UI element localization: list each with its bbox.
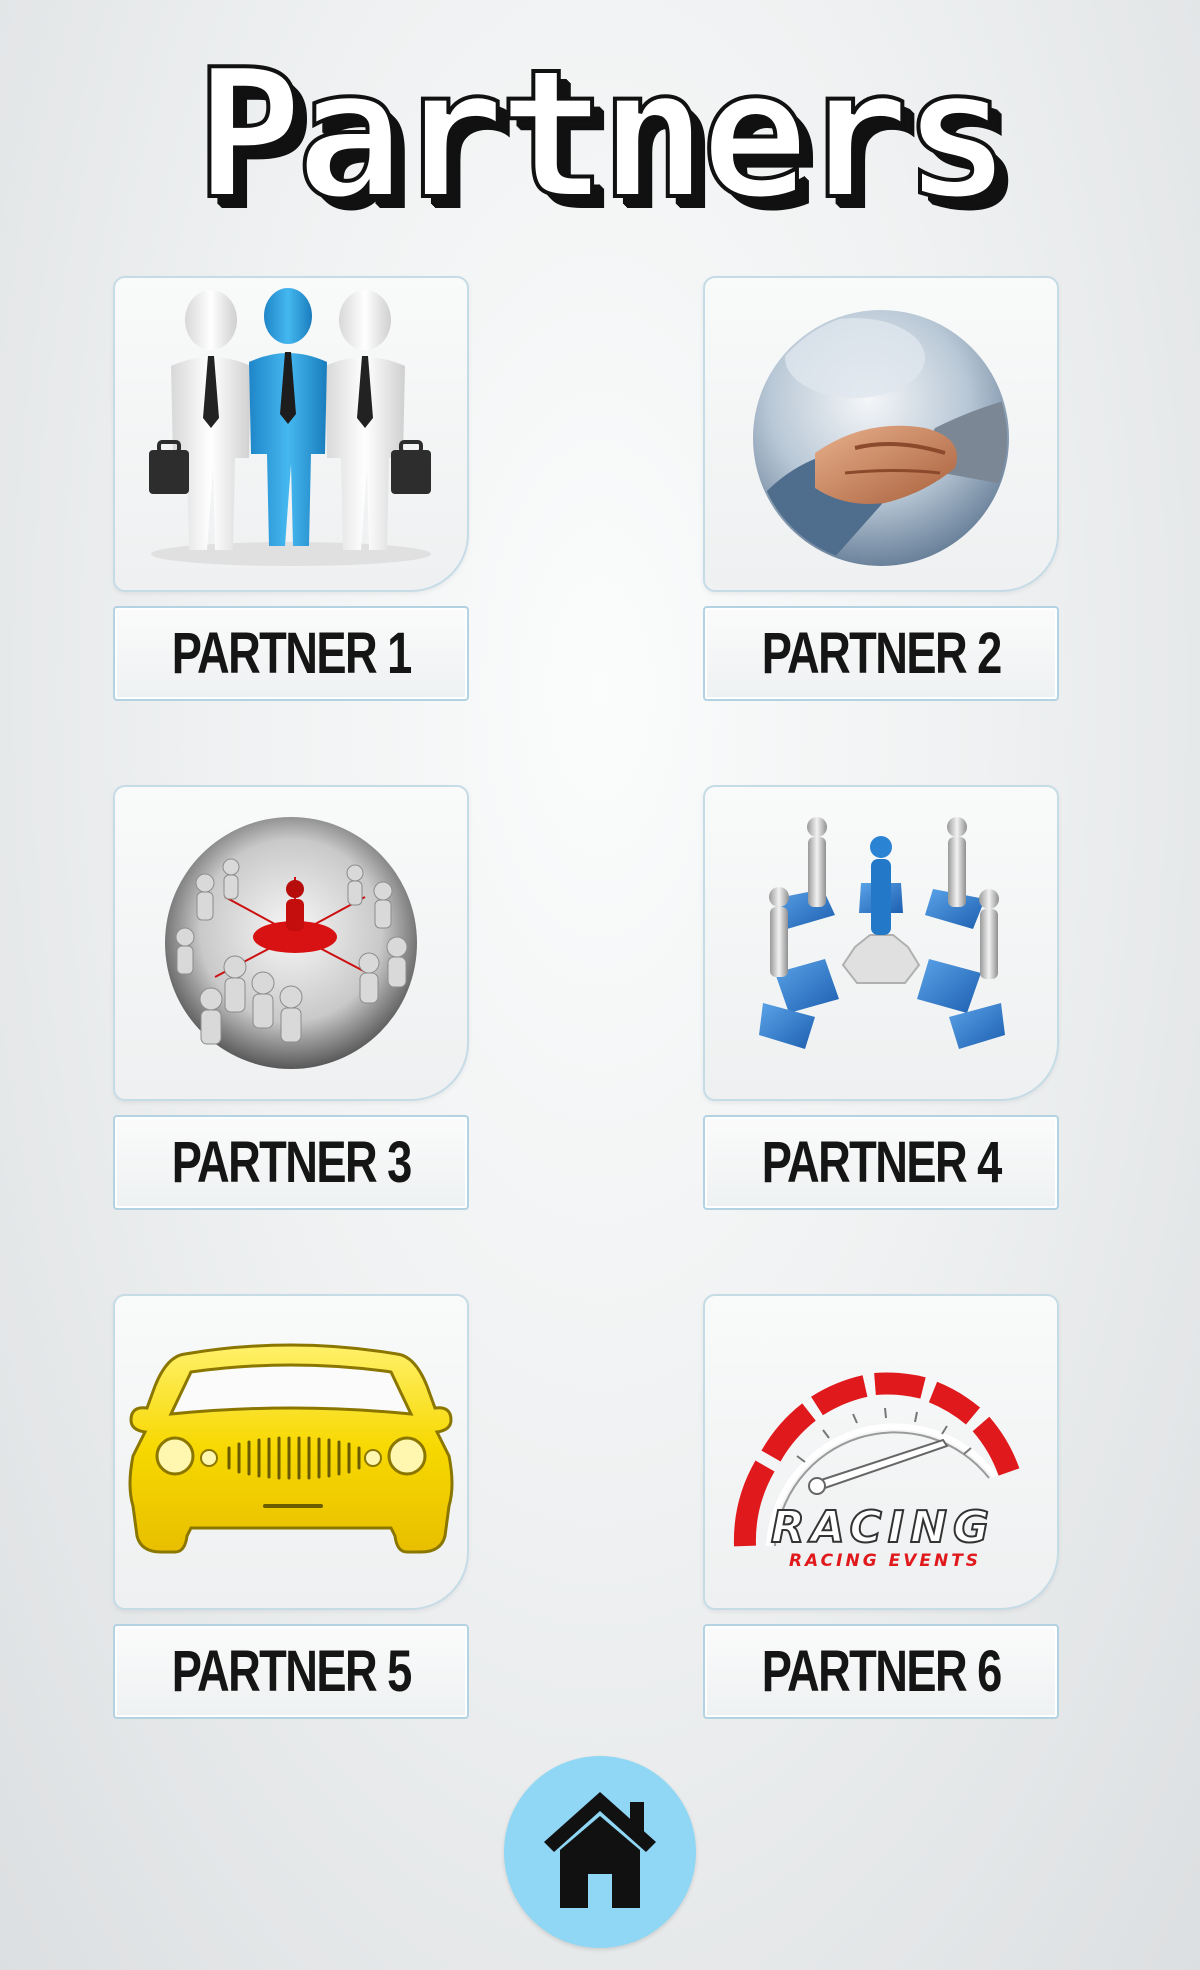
handshake-icon [753,310,1009,566]
puzzle-team-icon [759,817,1005,1049]
partner-5-label[interactable]: PARTNER 5 [113,1624,469,1719]
racing-logo-text: RACING [771,1502,995,1553]
partner-6-label[interactable]: PARTNER 6 [703,1624,1059,1719]
partner-4-label[interactable]: PARTNER 4 [703,1115,1059,1210]
home-button[interactable] [504,1756,696,1948]
page-title: Partners [193,31,1012,238]
partner-5-tile[interactable] [113,1294,469,1610]
partner-1-tile[interactable] [113,276,469,592]
business-team-icon [149,288,431,566]
partner-6-tile[interactable]: RACING RACING EVENTS [703,1294,1059,1610]
partner-2-tile[interactable] [703,276,1059,592]
network-crowd-icon [165,817,417,1069]
partner-3-label[interactable]: PARTNER 3 [113,1115,469,1210]
racing-speedometer-icon: RACING RACING EVENTS [733,1372,1020,1571]
partner-2-label[interactable]: PARTNER 2 [703,606,1059,701]
racing-events-text: RACING EVENTS [789,1551,981,1571]
partner-1-label[interactable]: PARTNER 1 [113,606,469,701]
partner-4-tile[interactable] [703,785,1059,1101]
yellow-car-icon [128,1343,454,1554]
home-icon [544,1792,656,1908]
partner-3-tile[interactable] [113,785,469,1101]
